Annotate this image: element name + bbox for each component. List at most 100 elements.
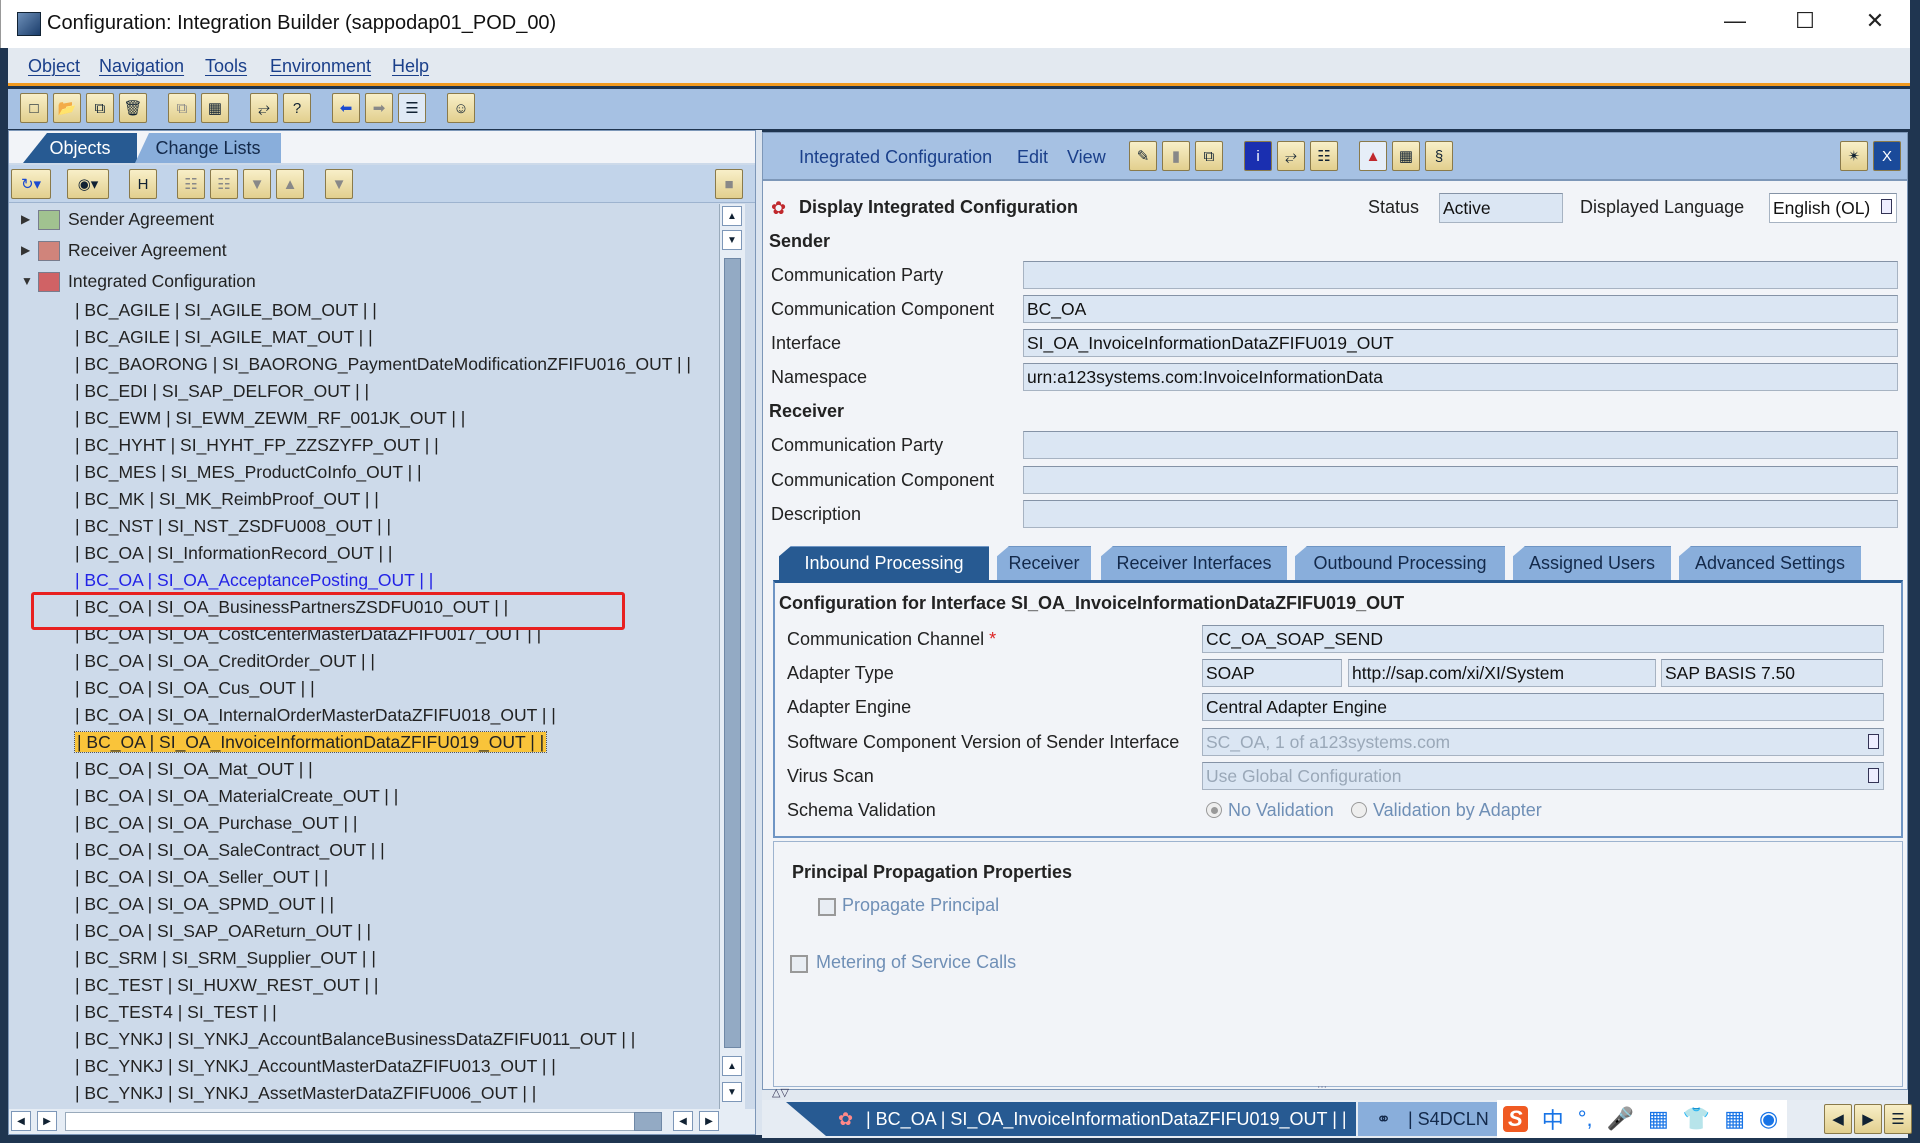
- copy-disabled-icon[interactable]: ⧉: [168, 93, 196, 123]
- new-icon[interactable]: □: [20, 93, 48, 123]
- edit-pencil-icon[interactable]: ✎: [1129, 141, 1157, 171]
- tree-item[interactable]: | BC_OA | SI_OA_Purchase_OUT | |: [75, 810, 357, 837]
- test-icon[interactable]: ▲: [1359, 141, 1387, 171]
- tree-item[interactable]: | BC_MES | SI_MES_ProductCoInfo_OUT | |: [75, 459, 422, 486]
- menu-help[interactable]: Help: [392, 56, 429, 77]
- collapsed-triangle-icon[interactable]: ▶: [21, 206, 30, 233]
- close-editor-icon[interactable]: X: [1873, 141, 1901, 171]
- sender-interface-field[interactable]: SI_OA_InvoiceInformationDataZFIFU019_OUT: [1023, 329, 1898, 357]
- editor-bottom-splitter[interactable]: △▽ ⋯: [762, 1082, 1908, 1100]
- menu-environment[interactable]: Environment: [270, 56, 371, 77]
- tree-item[interactable]: | BC_MK | SI_MK_ReimbProof_OUT | |: [75, 486, 379, 513]
- tree-item[interactable]: | BC_OA | SI_OA_Cus_OUT | |: [75, 675, 315, 702]
- propagate-principal-checkbox[interactable]: [818, 898, 836, 916]
- expanded-triangle-icon[interactable]: ▼: [21, 268, 33, 295]
- tab-receiver[interactable]: Receiver: [997, 546, 1091, 580]
- find-icon[interactable]: H: [129, 169, 157, 199]
- sender-component-field[interactable]: BC_OA: [1023, 295, 1898, 323]
- tree-item[interactable]: | BC_OA | SI_OA_AcceptancePosting_OUT | …: [75, 567, 433, 594]
- tree-item[interactable]: | BC_YNKJ | SI_YNKJ_AssetMasterDataZFIFU…: [75, 1080, 536, 1107]
- maximize-icon[interactable]: ☐: [1785, 8, 1825, 34]
- adapter-engine-field[interactable]: Central Adapter Engine: [1202, 693, 1884, 721]
- tab-objects[interactable]: Objects: [23, 133, 137, 163]
- tab-advanced-settings[interactable]: Advanced Settings: [1679, 546, 1861, 580]
- save-icon[interactable]: ▮: [1162, 141, 1190, 171]
- scroll-right-icon[interactable]: ▶: [37, 1111, 57, 1131]
- collapse-tree-icon[interactable]: ☷: [210, 169, 238, 199]
- forward-arrow-icon[interactable]: ➡: [365, 93, 393, 123]
- scroll-left-icon[interactable]: ◀: [11, 1111, 31, 1131]
- tree-item[interactable]: | BC_BAORONG | SI_BAORONG_PaymentDateMod…: [75, 351, 691, 378]
- move-down-icon[interactable]: ▼: [243, 169, 271, 199]
- adapter-swcv-field[interactable]: SAP BASIS 7.50: [1661, 659, 1883, 687]
- receiver-component-field[interactable]: [1023, 466, 1898, 494]
- mascot-icon[interactable]: ◉: [1759, 1106, 1778, 1132]
- ime-chinese-mode[interactable]: 中: [1542, 1103, 1564, 1135]
- skin-shirt-icon[interactable]: 👕: [1683, 1106, 1710, 1132]
- history-scroll-icon[interactable]: §: [1425, 141, 1453, 171]
- next-tab-icon[interactable]: ▶: [1854, 1104, 1882, 1134]
- filter-icon[interactable]: ▼: [325, 169, 353, 199]
- dropdown-icon[interactable]: [1881, 199, 1892, 214]
- scroll-right-icon[interactable]: ▶: [699, 1111, 719, 1131]
- tree-item-selected[interactable]: | BC_OA | SI_OA_InvoiceInformationDataZF…: [73, 729, 548, 756]
- table-icon[interactable]: ▦: [1392, 141, 1420, 171]
- menu-tools[interactable]: Tools: [205, 56, 247, 77]
- copy-icon[interactable]: ⧉: [86, 93, 114, 123]
- tab-change-lists[interactable]: Change Lists: [135, 133, 281, 163]
- open-folder-icon[interactable]: 📂: [53, 93, 81, 123]
- horizontal-thumb[interactable]: [634, 1112, 662, 1131]
- search-objects-icon[interactable]: ◉▾: [67, 169, 109, 199]
- tree-item[interactable]: | BC_YNKJ | SI_YNKJ_AccountMasterDataZFI…: [75, 1053, 556, 1080]
- scroll-down-icon[interactable]: ▼: [722, 1082, 742, 1102]
- menu-view[interactable]: View: [1067, 147, 1106, 168]
- tree-item[interactable]: | BC_OA | SI_OA_SPMD_OUT | |: [75, 891, 334, 918]
- close-icon[interactable]: ✕: [1855, 8, 1895, 34]
- tree-item[interactable]: | BC_SRM | SI_SRM_Supplier_OUT | |: [75, 945, 376, 972]
- displayed-language-select[interactable]: English (OL): [1769, 193, 1897, 223]
- adapter-type-field[interactable]: SOAP: [1202, 659, 1342, 687]
- tree-horizontal-scrollbar[interactable]: ◀ ▶ ◀ ▶: [9, 1109, 755, 1134]
- keyboard-icon[interactable]: ▦: [1648, 1106, 1669, 1132]
- metering-checkbox[interactable]: [790, 955, 808, 973]
- propagate-principal-label[interactable]: Propagate Principal: [842, 895, 999, 916]
- tree-item[interactable]: | BC_AGILE | SI_AGILE_BOM_OUT | |: [75, 297, 377, 324]
- tree-item[interactable]: | BC_TEST | SI_HUXW_REST_OUT | |: [75, 972, 378, 999]
- description-field[interactable]: [1023, 500, 1898, 528]
- swcv-select[interactable]: SC_OA, 1 of a123systems.com: [1202, 728, 1884, 756]
- refresh-icon[interactable]: ↻▾: [11, 169, 51, 199]
- scroll-up-icon[interactable]: ▲: [722, 206, 742, 226]
- tree-item[interactable]: | BC_OA | SI_OA_Mat_OUT | |: [75, 756, 313, 783]
- collapsed-triangle-icon[interactable]: ▶: [21, 237, 30, 264]
- adapter-namespace-field[interactable]: http://sap.com/xi/XI/System: [1348, 659, 1656, 687]
- tree-item[interactable]: | BC_OA | SI_InformationRecord_OUT | |: [75, 540, 392, 567]
- system-tab[interactable]: ⚭ | S4DCLN: [1358, 1102, 1498, 1136]
- horizontal-track[interactable]: [65, 1112, 637, 1131]
- tree-item[interactable]: | BC_OA | SI_OA_InternalOrderMasterDataZ…: [75, 702, 556, 729]
- ime-punctuation[interactable]: °,: [1578, 1106, 1593, 1132]
- list-view-icon[interactable]: ☰: [398, 93, 426, 123]
- scroll-up-icon[interactable]: ▲: [722, 1056, 742, 1076]
- navigate-icon[interactable]: ⥂: [250, 93, 278, 123]
- tab-outbound-processing[interactable]: Outbound Processing: [1295, 546, 1505, 580]
- menu-object[interactable]: Object: [28, 56, 80, 77]
- communication-channel-field[interactable]: CC_OA_SOAP_SEND: [1202, 625, 1884, 653]
- open-object-tab[interactable]: ✿ | BC_OA | SI_OA_InvoiceInformationData…: [786, 1102, 1356, 1136]
- scroll-thumb[interactable]: [724, 258, 741, 1048]
- tree-vertical-scrollbar[interactable]: ▲ ▼ ▲ ▼: [719, 204, 745, 1109]
- pin-icon[interactable]: ✴: [1840, 141, 1868, 171]
- no-validation-radio[interactable]: [1206, 802, 1222, 818]
- compare-icon[interactable]: ▦: [201, 93, 229, 123]
- sogou-logo-icon[interactable]: S: [1503, 1106, 1528, 1132]
- tree-item[interactable]: | BC_AGILE | SI_AGILE_MAT_OUT | |: [75, 324, 373, 351]
- relations-icon[interactable]: ☷: [1310, 141, 1338, 171]
- menu-integrated-configuration[interactable]: Integrated Configuration: [799, 147, 992, 168]
- maximize-pane-icon[interactable]: ■: [715, 169, 743, 199]
- microphone-icon[interactable]: 🎤: [1607, 1106, 1634, 1132]
- dropdown-icon[interactable]: [1868, 734, 1879, 749]
- tree-item[interactable]: | BC_EDI | SI_SAP_DELFOR_OUT | |: [75, 378, 369, 405]
- menu-navigation[interactable]: Navigation: [99, 56, 184, 77]
- menu-edit[interactable]: Edit: [1017, 147, 1048, 168]
- prev-tab-icon[interactable]: ◀: [1824, 1104, 1852, 1134]
- tab-list-icon[interactable]: ☰: [1884, 1104, 1912, 1134]
